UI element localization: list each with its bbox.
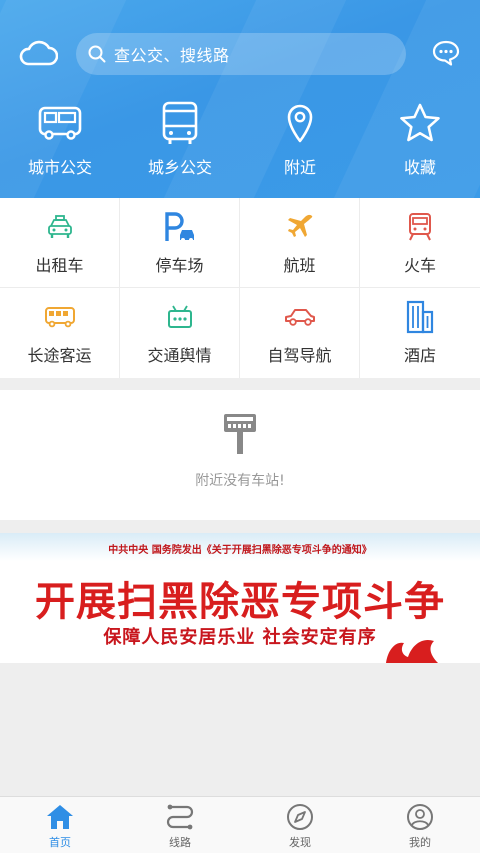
quick-item-rural-bus[interactable]: 城乡公交 — [120, 100, 240, 186]
nearby-stations-panel: 附近没有车站! — [0, 390, 480, 520]
tab-discover[interactable]: 发现 — [240, 797, 360, 853]
header: 查公交、搜线路 城市公交 城乡公交 附近 收藏 — [0, 0, 480, 198]
banner-title: 开展扫黑除恶专项斗争 — [35, 579, 445, 625]
search-input[interactable]: 查公交、搜线路 — [76, 33, 406, 75]
location-pin-icon — [287, 104, 313, 143]
weather-button[interactable] — [16, 36, 60, 70]
user-icon — [407, 803, 433, 830]
tab-routes[interactable]: 线路 — [120, 797, 240, 853]
taxi-icon — [47, 215, 72, 238]
search-placeholder: 查公交、搜线路 — [114, 46, 230, 65]
grid-item-taxi[interactable]: 出租车 — [0, 198, 120, 288]
banner-subtitle: 中共中央 国务院发出《关于开展扫黑除恶专项斗争的通知》 — [108, 545, 372, 556]
quick-item-label: 城乡公交 — [147, 158, 212, 177]
grid-item-train[interactable]: 火车 — [360, 198, 480, 288]
quick-item-city-bus[interactable]: 城市公交 — [0, 100, 120, 186]
search-icon — [88, 45, 106, 63]
grid-item-long-distance[interactable]: 长途客运 — [0, 288, 120, 378]
message-button[interactable] — [426, 36, 466, 70]
no-stations-message: 附近没有车站! — [195, 473, 285, 489]
grid-item-navigation[interactable]: 自驾导航 — [240, 288, 360, 378]
star-icon — [400, 103, 440, 142]
grid-item-label: 航班 — [283, 256, 316, 275]
grid-item-label: 长途客运 — [27, 346, 92, 365]
chat-bubble-icon — [432, 40, 460, 66]
coach-icon — [162, 101, 198, 144]
hotel-icon — [406, 300, 434, 334]
route-icon — [166, 804, 194, 829]
home-icon — [47, 804, 73, 829]
quick-item-favorites[interactable]: 收藏 — [360, 100, 480, 186]
banner-decoration — [386, 639, 438, 663]
tab-label: 发现 — [289, 835, 311, 849]
grid-item-label: 出租车 — [35, 256, 84, 275]
grid-item-flight[interactable]: 航班 — [240, 198, 360, 288]
grid-item-label: 交通舆情 — [147, 346, 212, 365]
grid-item-label: 火车 — [403, 256, 436, 275]
grid-item-parking[interactable]: 停车场 — [120, 198, 240, 288]
quick-item-nearby[interactable]: 附近 — [240, 100, 360, 186]
service-grid: 出租车 停车场 航班 火车 长途客运 交通舆情 自驾导航 酒店 — [0, 198, 480, 378]
airplane-icon — [287, 214, 312, 237]
bus-icon — [38, 106, 82, 140]
grid-item-label: 酒店 — [403, 346, 436, 365]
grid-item-traffic-info[interactable]: 交通舆情 — [120, 288, 240, 378]
cloud-icon — [19, 40, 58, 66]
top-bar: 查公交、搜线路 — [0, 30, 480, 76]
compass-icon — [287, 803, 313, 830]
grid-item-label: 自驾导航 — [267, 346, 332, 365]
quick-item-label: 附近 — [283, 158, 316, 177]
bottom-tab-bar: 首页 线路 发现 我的 — [0, 796, 480, 853]
train-icon — [409, 213, 431, 241]
long-bus-icon — [44, 307, 75, 328]
parking-icon — [164, 212, 194, 242]
tab-home[interactable]: 首页 — [0, 797, 120, 853]
car-icon — [284, 309, 315, 326]
traffic-info-icon — [167, 305, 192, 328]
tab-profile[interactable]: 我的 — [360, 797, 480, 853]
quick-item-label: 收藏 — [403, 158, 436, 177]
tab-label: 我的 — [409, 835, 431, 849]
tab-label: 首页 — [49, 835, 71, 849]
grid-item-hotel[interactable]: 酒店 — [360, 288, 480, 378]
quick-menu: 城市公交 城乡公交 附近 收藏 — [0, 100, 480, 186]
grid-item-label: 停车场 — [155, 256, 204, 275]
bus-stop-sign-icon — [224, 414, 256, 454]
tab-label: 线路 — [169, 835, 191, 849]
quick-item-label: 城市公交 — [27, 158, 92, 177]
promo-banner[interactable]: 中共中央 国务院发出《关于开展扫黑除恶专项斗争的通知》 开展扫黑除恶专项斗争 保… — [0, 533, 480, 663]
